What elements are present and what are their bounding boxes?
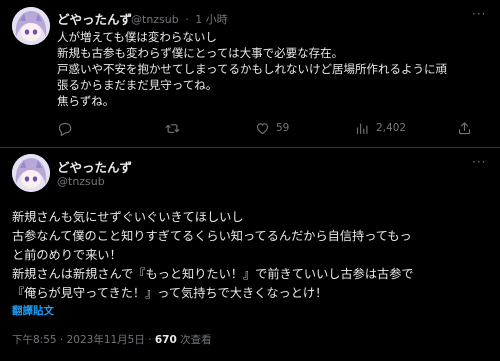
- retweet-button[interactable]: [165, 118, 186, 138]
- display-name[interactable]: どやったんず: [57, 157, 132, 176]
- tweet-line: 張るからまだまだ見守ってね。: [57, 78, 218, 92]
- avatar[interactable]: [12, 154, 50, 192]
- share-icon: [458, 121, 471, 134]
- avatar-image: [12, 154, 50, 192]
- display-name[interactable]: どやったんず: [57, 9, 132, 28]
- separator: ·: [185, 13, 189, 26]
- views-count: 670: [154, 334, 177, 346]
- more-options-icon[interactable]: ···: [472, 155, 486, 169]
- tweet-line: 戸惑いや不安を抱かせてしまってるかもしれないけど居場所作れるように頑: [57, 62, 447, 76]
- avatar-image: [12, 7, 50, 45]
- tweet-parent[interactable]: どやったんず @tnzsub · 1 小時 ··· 人が増えても僕は変わらないし…: [0, 0, 500, 148]
- timestamp-text[interactable]: 下午8:55 · 2023年11月5日 ·: [12, 334, 155, 346]
- tweet-line: 新規も古参も変わらず僕にとっては大事で必要な存在。: [57, 46, 344, 60]
- timestamp-link[interactable]: 1 小時: [195, 13, 228, 26]
- tweet-text: 人が増えても僕は変わらないし 新規も古参も変わらず僕にとっては大事で必要な存在。…: [57, 29, 493, 109]
- views-button[interactable]: 2,402: [355, 118, 406, 138]
- share-button[interactable]: [457, 118, 478, 138]
- tweet-line: 新規さんも気にせずぐいぐいきてほしいし: [12, 210, 244, 224]
- post-timestamp: 下午8:55 · 2023年11月5日 · 670 次查看: [12, 332, 212, 347]
- tweet-line: 新規さんは新規さんで『もっと知りたい！』で前きていいし古参は古参で: [12, 267, 414, 281]
- like-count: 59: [276, 122, 290, 134]
- more-options-icon[interactable]: ···: [472, 7, 486, 21]
- retweet-icon: [165, 123, 180, 133]
- tweet-actions: 59 2,402: [57, 118, 497, 138]
- tweet-line: 焦らずね。: [57, 94, 115, 108]
- tweet-line: 『俺らが見守ってきた！』って気持ちで大きくなっとけ！: [12, 286, 328, 300]
- tweet-line: 人が増えても僕は変わらないし: [57, 30, 217, 44]
- tweet-meta: @tnzsub · 1 小時: [131, 11, 231, 27]
- translate-post-link[interactable]: 翻譯貼文: [12, 303, 54, 318]
- heart-icon: [256, 122, 269, 134]
- avatar[interactable]: [12, 7, 50, 45]
- analytics-icon: [356, 123, 368, 134]
- reply-icon: [58, 122, 72, 136]
- tweet-text: 新規さんも気にせずぐいぐいきてほしいし 古参なんて僕のこと知りすぎてるくらい知っ…: [12, 208, 492, 303]
- handle[interactable]: @tnzsub: [131, 13, 179, 26]
- handle[interactable]: @tnzsub: [57, 175, 105, 188]
- view-count: 2,402: [376, 122, 407, 134]
- reply-button[interactable]: [57, 118, 78, 138]
- views-label: 次查看: [176, 334, 212, 346]
- like-button[interactable]: 59: [255, 118, 289, 138]
- tweet-line: と前のめりで来い！: [12, 248, 122, 262]
- tweet-line: 古参なんて僕のこと知りすぎてるくらい知ってるんだから自信持ってもっ: [12, 229, 412, 243]
